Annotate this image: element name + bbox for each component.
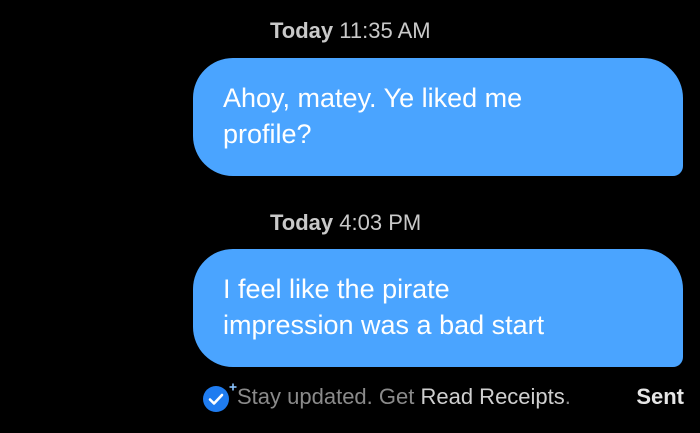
read-receipts-suffix: . <box>564 384 571 409</box>
timestamp-time: 4:03 PM <box>339 210 422 235</box>
message-text-line: profile? <box>223 119 312 149</box>
read-receipts-link[interactable]: Read Receipts <box>420 384 564 409</box>
read-receipt-check-icon[interactable] <box>203 386 229 412</box>
read-receipts-prompt: Stay updated. Get Read Receipts. <box>237 384 571 410</box>
message-status: Sent <box>636 384 684 409</box>
timestamp-day: Today <box>270 18 334 43</box>
message-timestamp: Today 11:35 AM <box>270 18 431 44</box>
read-receipts-row: Stay updated. Get Read Receipts. Sent <box>200 380 690 416</box>
message-text-line: Ahoy, matey. Ye liked me <box>223 83 523 113</box>
message-timestamp: Today 4:03 PM <box>270 210 421 236</box>
chat-thread: Today 11:35 AM Ahoy, matey. Ye liked me … <box>0 0 700 433</box>
message-text-line: impression was a bad start <box>223 310 545 340</box>
timestamp-day: Today <box>270 210 334 235</box>
plus-icon <box>229 378 237 391</box>
sent-message-bubble[interactable]: I feel like the pirate impression was a … <box>193 249 683 367</box>
read-receipts-prefix: Stay updated. Get <box>237 384 421 409</box>
message-text-line: I feel like the pirate <box>223 274 450 304</box>
sent-message-bubble[interactable]: Ahoy, matey. Ye liked me profile? <box>193 58 683 176</box>
timestamp-time: 11:35 AM <box>339 18 431 43</box>
